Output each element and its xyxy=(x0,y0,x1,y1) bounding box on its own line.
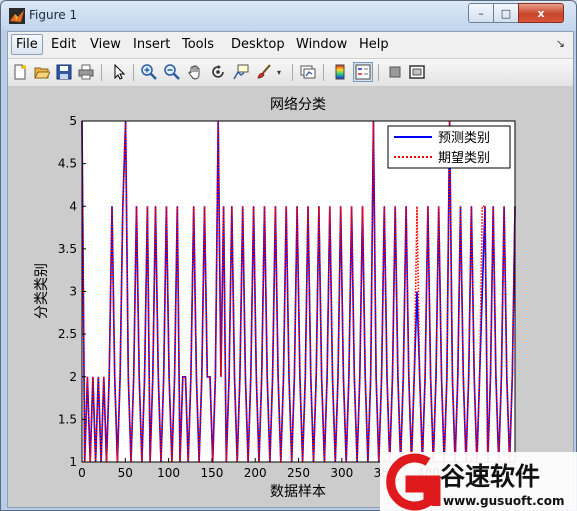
x-tick-label: 200 xyxy=(244,466,267,480)
y-axis-label: 分类类别 xyxy=(34,263,50,319)
maximize-button[interactable]: □ xyxy=(493,3,519,23)
zoom-out-icon[interactable] xyxy=(163,63,181,81)
menu-dock-arrow-icon[interactable]: ↘ xyxy=(556,37,565,50)
toolbar-separator xyxy=(292,64,293,81)
x-tick-label: 150 xyxy=(200,466,223,480)
figure-client-area: File Edit View Insert Tools Desktop Wind… xyxy=(7,31,574,508)
colorbar-icon[interactable] xyxy=(331,63,349,81)
y-tick-label: 3 xyxy=(69,285,77,299)
toolbar-separator xyxy=(133,64,134,81)
minimize-icon: – xyxy=(478,6,484,20)
y-tick-label: 5 xyxy=(69,114,77,128)
legend-label-expected: 期望类别 xyxy=(438,150,490,166)
menu-insert[interactable]: Insert xyxy=(133,37,170,52)
chart[interactable]: 050100150200250300350400450500 11.522.53… xyxy=(8,86,573,507)
menu-window[interactable]: Window xyxy=(296,37,347,52)
toolbar-separator xyxy=(101,64,102,81)
zoom-in-icon[interactable] xyxy=(140,63,158,81)
show-plot-tools-icon[interactable] xyxy=(408,63,426,81)
x-tick-label: 100 xyxy=(157,466,180,480)
toolbar-separator xyxy=(323,64,324,81)
menu-help[interactable]: Help xyxy=(359,37,389,52)
menu-file[interactable]: File xyxy=(11,34,43,55)
menu-desktop[interactable]: Desktop xyxy=(231,37,285,52)
watermark-brand: 谷速软件 xyxy=(440,462,540,491)
close-icon: x xyxy=(537,6,545,20)
figure-toolbar: ▾ xyxy=(8,58,573,87)
legend-icon[interactable] xyxy=(353,62,373,82)
menu-tools[interactable]: Tools xyxy=(182,37,214,52)
print-icon[interactable] xyxy=(77,63,95,81)
menu-bar: File Edit View Insert Tools Desktop Wind… xyxy=(8,32,573,58)
matlab-logo-icon xyxy=(9,8,25,24)
save-icon[interactable] xyxy=(55,63,73,81)
y-tick-label: 1 xyxy=(69,455,77,469)
y-tick-label: 4.5 xyxy=(58,157,77,171)
watermark-url: www.gusuoft.com xyxy=(443,494,565,508)
window-title: Figure 1 xyxy=(29,8,78,22)
toolbar-separator xyxy=(378,64,379,81)
x-tick-label: 50 xyxy=(118,466,133,480)
pan-hand-icon[interactable] xyxy=(186,63,204,81)
legend[interactable]: 预测类别 期望类别 xyxy=(387,125,511,169)
y-tick-label: 4 xyxy=(69,199,77,213)
open-file-icon[interactable] xyxy=(33,63,51,81)
x-tick-label: 0 xyxy=(78,466,86,480)
chart-title: 网络分类 xyxy=(270,97,326,113)
menu-edit[interactable]: Edit xyxy=(51,37,76,52)
x-tick-label: 300 xyxy=(330,466,353,480)
link-plot-icon[interactable] xyxy=(299,63,317,81)
x-tick-label: 250 xyxy=(287,466,310,480)
edit-plot-arrow-icon[interactable] xyxy=(110,63,128,81)
x-axis-label: 数据样本 xyxy=(270,484,326,500)
legend-label-predicted: 预测类别 xyxy=(438,131,490,146)
brush-icon[interactable] xyxy=(255,63,273,81)
title-bar[interactable]: Figure 1 – □ x xyxy=(1,1,576,31)
brush-dropdown-arrow-icon[interactable]: ▾ xyxy=(274,63,284,81)
y-tick-label: 1.5 xyxy=(58,412,77,426)
rotate-3d-icon[interactable] xyxy=(209,63,227,81)
y-tick-label: 2 xyxy=(69,370,77,384)
figure-canvas: 050100150200250300350400450500 11.522.53… xyxy=(8,86,573,507)
hide-plot-tools-icon[interactable] xyxy=(386,63,404,81)
figure-window: Figure 1 – □ x File Edit View Insert Too… xyxy=(0,0,577,511)
data-cursor-icon[interactable] xyxy=(232,63,250,81)
menu-view[interactable]: View xyxy=(90,37,121,52)
y-tick-label: 3.5 xyxy=(58,242,77,256)
minimize-button[interactable]: – xyxy=(468,3,494,23)
new-figure-icon[interactable] xyxy=(11,63,29,81)
maximize-icon: □ xyxy=(500,6,512,20)
y-tick-label: 2.5 xyxy=(58,327,77,341)
watermark-logo: 谷速软件 www.gusuoft.com xyxy=(380,452,577,511)
close-button[interactable]: x xyxy=(518,3,564,23)
